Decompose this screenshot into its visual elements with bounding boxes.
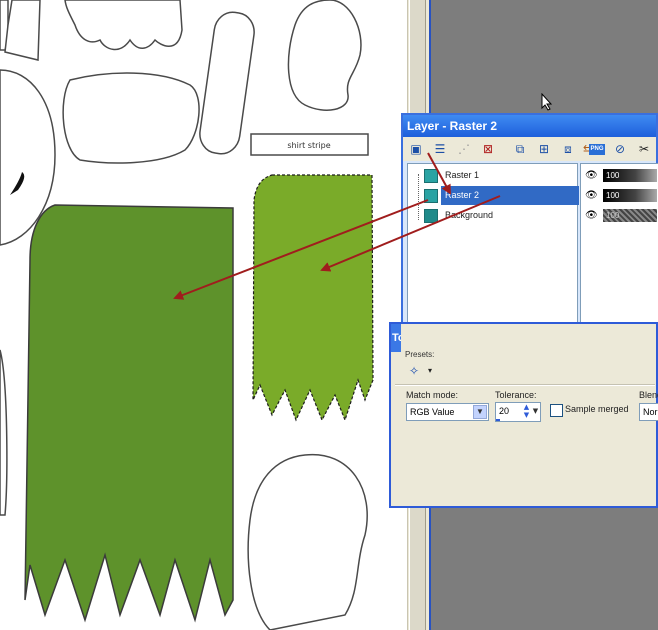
merge-layers-icon[interactable]: ⊞ [535, 140, 553, 158]
magic-wand-icon[interactable]: ✧ [409, 364, 425, 378]
tolerance-slider-indicator [496, 419, 500, 421]
chevron-down-icon[interactable]: ▾ [428, 366, 432, 375]
canvas-artwork: shirt stripe [0, 0, 374, 630]
promote-layer-icon[interactable]: ⋰ [455, 140, 473, 158]
eye-icon[interactable]: 👁 [585, 210, 599, 222]
new-raster-layer-icon[interactable]: ▣ [407, 140, 425, 158]
blend-label: Blend [639, 390, 658, 400]
selected-light-green-shape [252, 174, 374, 422]
layer-name: Raster 1 [445, 170, 480, 180]
opacity-slider[interactable]: 100 [603, 209, 657, 222]
layer-palette: Layer - Raster 2 ▣ ☰ ⋰ ⊠ ⧉ ⊞ ⧈ ⇆ PNG ⊘ ✂… [401, 113, 658, 353]
layer-name: Background [445, 210, 494, 220]
eye-icon[interactable]: 👁 [585, 170, 599, 182]
options-separator [395, 384, 655, 386]
match-mode-value: RGB Value [410, 407, 455, 417]
tolerance-label: Tolerance: [495, 390, 537, 400]
layer-thumbnail-icon [424, 189, 438, 203]
delete-layer-icon[interactable]: ⊠ [479, 140, 497, 158]
sample-merged-label: Sample merged [565, 404, 629, 414]
arrange-layers-icon[interactable]: ⧈ [559, 140, 577, 158]
image-canvas[interactable]: shirt stripe [0, 0, 407, 630]
layer-thumbnail-icon [424, 169, 438, 183]
layer-thumbnail-icon [424, 209, 438, 223]
png-icon[interactable]: PNG [589, 144, 605, 155]
tolerance-value: 20 [499, 406, 510, 416]
eye-icon[interactable]: 👁 [585, 190, 599, 202]
chevron-down-icon[interactable]: ▼ [531, 404, 540, 419]
layer-prop-row: 👁 100 [583, 168, 658, 184]
shirt-stripe-label: shirt stripe [287, 141, 330, 150]
tool-options-panel: To Presets: ✧ ▾ Match mode: RGB Value ▼ … [389, 322, 658, 508]
layer-prop-row: 👁 100 [583, 188, 658, 204]
layer-row-raster-2[interactable]: Raster 2 [408, 186, 579, 205]
cut-icon[interactable]: ✂ [635, 140, 653, 158]
layer-prop-row: 👁 100 [583, 208, 658, 224]
layer-name: Raster 2 [441, 186, 579, 205]
match-mode-select[interactable]: RGB Value ▼ [406, 403, 489, 421]
mask-icon[interactable]: ⊘ [611, 140, 629, 158]
tool-options-title[interactable]: To [391, 324, 401, 352]
new-layer-group-icon[interactable]: ☰ [431, 140, 449, 158]
blend-mode-select[interactable]: Nor [639, 403, 658, 421]
opacity-slider[interactable]: 100 [603, 169, 657, 182]
layer-row-background[interactable]: Background [408, 206, 575, 225]
tolerance-spinner-icon[interactable]: ▲ ▼ [522, 403, 531, 420]
mouse-cursor-icon [541, 93, 553, 111]
opacity-slider[interactable]: 100 [603, 189, 657, 202]
layer-toolbar: ▣ ☰ ⋰ ⊠ ⧉ ⊞ ⧈ ⇆ PNG ⊘ ✂ [403, 137, 656, 161]
presets-label: Presets: [405, 350, 435, 359]
layer-palette-title[interactable]: Layer - Raster 2 [403, 115, 656, 137]
chevron-down-icon[interactable]: ▼ [473, 405, 487, 419]
dark-green-shape [24, 204, 234, 623]
match-mode-label: Match mode: [406, 390, 459, 400]
layer-row-raster-1[interactable]: Raster 1 [408, 166, 575, 185]
sample-merged-checkbox[interactable] [550, 404, 563, 417]
blend-mode-value: Nor [643, 407, 658, 417]
duplicate-layer-icon[interactable]: ⧉ [511, 140, 529, 158]
